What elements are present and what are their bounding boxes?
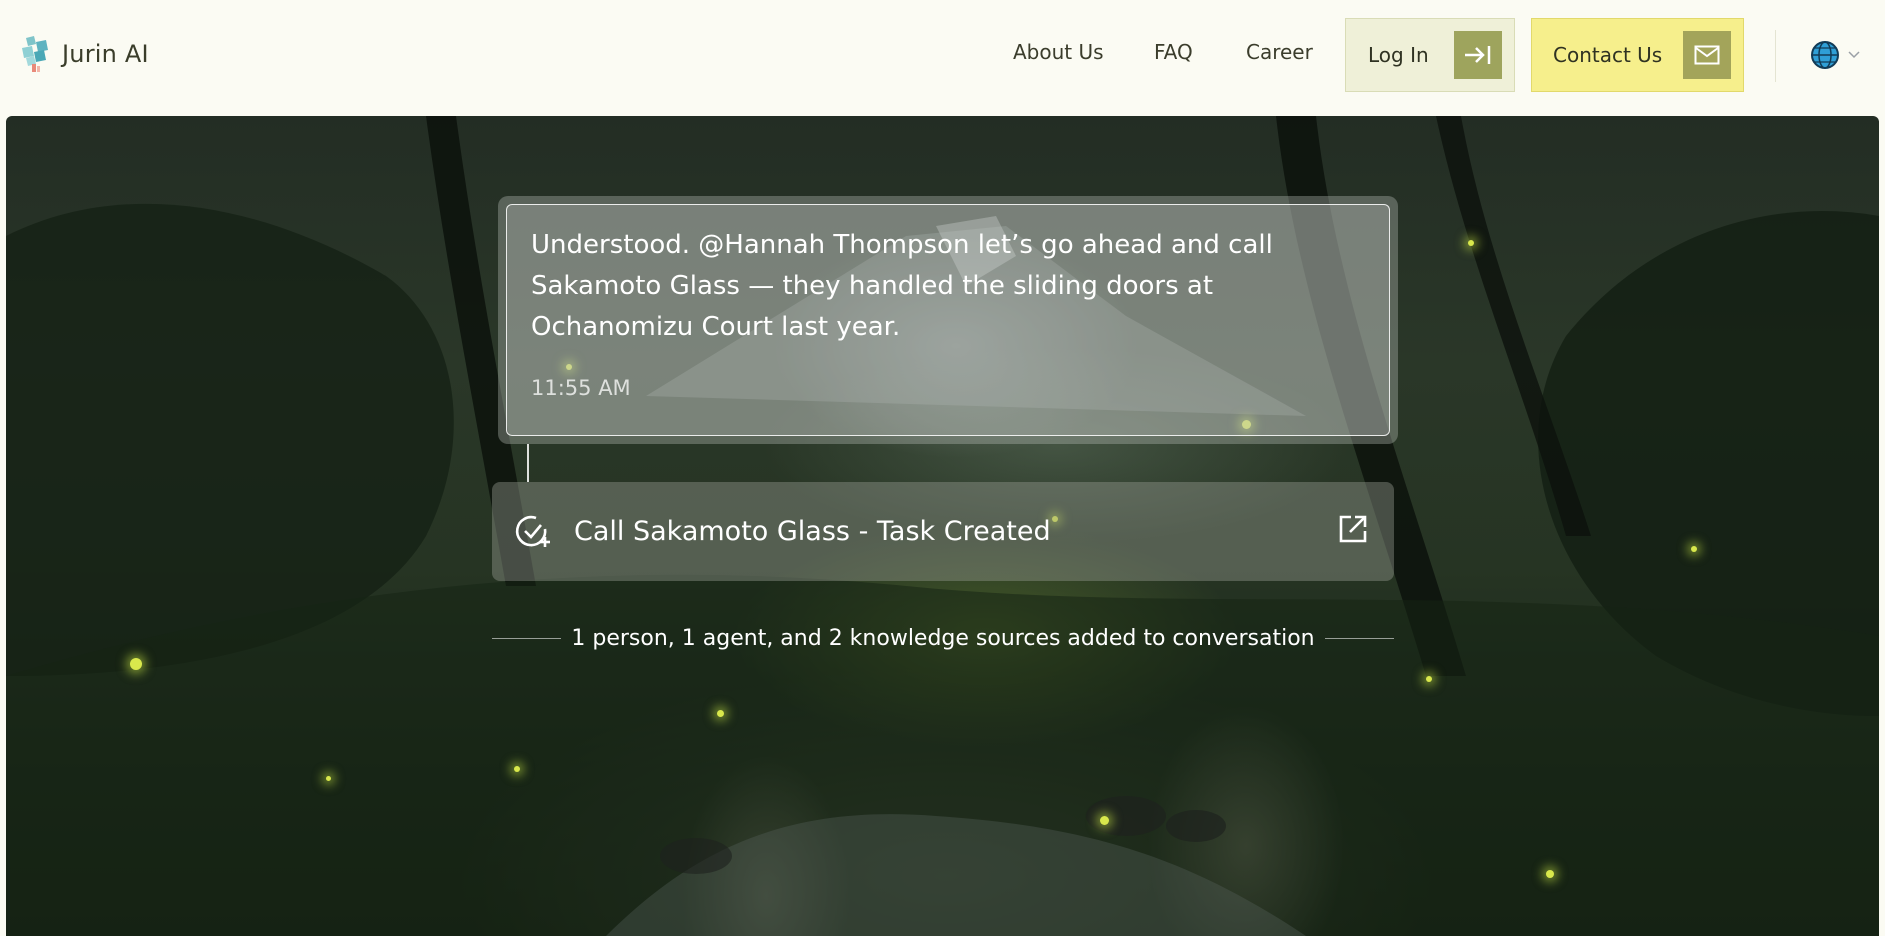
system-note-rule-right xyxy=(1324,637,1394,639)
jurin-logo-icon xyxy=(22,36,48,72)
chat-message-text: Understood. @Hannah Thompson let’s go ah… xyxy=(531,230,1273,342)
contact-us-button-label: Contact Us xyxy=(1553,43,1663,67)
firefly xyxy=(1100,816,1109,825)
contact-us-button[interactable]: Contact Us xyxy=(1531,18,1744,92)
globe-icon xyxy=(1811,41,1839,69)
firefly xyxy=(1426,676,1432,682)
arrow-to-right-icon xyxy=(1454,31,1502,79)
firefly xyxy=(1468,240,1474,246)
firefly xyxy=(326,776,331,781)
nav-link-faq[interactable]: FAQ xyxy=(1154,40,1193,64)
system-note-rule-left xyxy=(492,637,562,639)
check-circle-plus-icon xyxy=(515,515,550,547)
firefly xyxy=(1546,870,1554,878)
brand-logo[interactable]: Jurin AI xyxy=(18,34,149,74)
top-navigation-bar: Jurin AI About Us FAQ Career Log In Cont… xyxy=(0,0,1885,112)
hero-scene: Understood. @Hannah Thompson let’s go ah… xyxy=(6,116,1879,936)
chat-message-timestamp: 11:55 AM xyxy=(531,376,631,400)
login-button-label: Log In xyxy=(1368,43,1429,67)
mail-icon xyxy=(1683,31,1731,79)
nav-link-career[interactable]: Career xyxy=(1246,40,1313,64)
chat-message-bubble: Understood. @Hannah Thompson let’s go ah… xyxy=(506,204,1390,436)
chevron-down-icon xyxy=(1848,51,1860,59)
brand-name: Jurin AI xyxy=(62,40,149,68)
nav-link-about-us[interactable]: About Us xyxy=(1013,40,1104,64)
login-button[interactable]: Log In xyxy=(1345,18,1515,92)
firefly xyxy=(717,710,724,717)
task-created-card[interactable]: Call Sakamoto Glass - Task Created xyxy=(492,482,1394,581)
system-note-text: 1 person, 1 agent, and 2 knowledge sourc… xyxy=(571,625,1315,651)
language-selector[interactable] xyxy=(1810,40,1860,70)
thread-connector-line xyxy=(527,444,529,482)
chat-message-card[interactable]: Understood. @Hannah Thompson let’s go ah… xyxy=(498,196,1398,444)
firefly xyxy=(130,658,142,670)
firefly xyxy=(1691,546,1697,552)
system-note: 1 person, 1 agent, and 2 knowledge sourc… xyxy=(492,623,1394,653)
external-link-icon[interactable] xyxy=(1338,514,1368,544)
firefly xyxy=(514,766,520,772)
nav-divider xyxy=(1775,30,1776,82)
task-created-label: Call Sakamoto Glass - Task Created xyxy=(574,516,1051,547)
